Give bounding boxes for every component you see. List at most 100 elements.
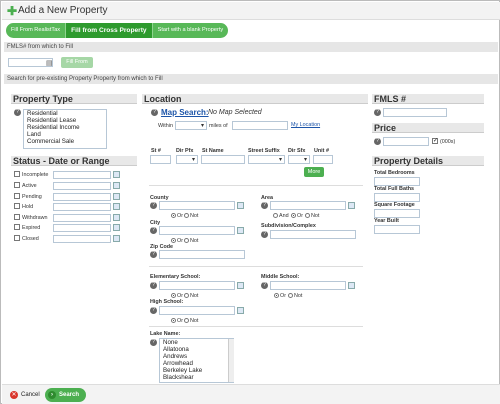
calendar-icon[interactable] <box>113 182 120 189</box>
county-not-radio[interactable] <box>184 213 189 218</box>
city-not-radio[interactable] <box>184 238 189 243</box>
status-date-input[interactable] <box>53 171 111 179</box>
city-input[interactable] <box>159 226 235 235</box>
help-icon[interactable]: ? <box>14 109 21 116</box>
fill-from-button[interactable]: Fill From <box>61 57 93 68</box>
more-button[interactable]: More <box>304 167 324 177</box>
help-icon[interactable]: ? <box>150 251 157 258</box>
calendar-icon[interactable] <box>113 224 120 231</box>
calendar-icon[interactable] <box>113 193 120 200</box>
status-date-input[interactable] <box>53 224 111 232</box>
calendar-icon[interactable] <box>113 203 120 210</box>
status-checkbox[interactable] <box>14 182 20 188</box>
zip-code-input[interactable] <box>159 250 245 259</box>
street-number-input[interactable] <box>150 155 171 164</box>
status-date-input[interactable] <box>53 193 111 201</box>
property-type-list[interactable]: Residential Residential Lease Residentia… <box>23 109 107 149</box>
lookup-icon[interactable] <box>348 202 355 209</box>
status-checkbox[interactable] <box>14 235 20 241</box>
status-date-input[interactable] <box>53 235 111 243</box>
status-checkbox[interactable] <box>14 193 20 199</box>
status-checkbox[interactable] <box>14 171 20 177</box>
middle-or-radio[interactable] <box>274 293 279 298</box>
area-input[interactable] <box>270 201 346 210</box>
my-location-link[interactable]: My Location <box>291 122 320 128</box>
lake-option[interactable]: Arrowhead <box>160 360 233 367</box>
square-footage-input[interactable] <box>374 209 420 218</box>
subdivision-input[interactable] <box>270 230 356 239</box>
fmls-number-input[interactable] <box>383 108 447 117</box>
high-or-radio[interactable] <box>171 318 176 323</box>
lookup-icon[interactable] <box>237 227 244 234</box>
street-suffix-select[interactable] <box>248 155 285 164</box>
lookup-icon[interactable] <box>237 307 244 314</box>
tab-fill-cross-property[interactable]: Fill from Cross Property <box>66 23 153 38</box>
location-input[interactable] <box>232 121 288 130</box>
elementary-school-input[interactable] <box>159 281 235 290</box>
lake-option[interactable]: Blackshear <box>160 374 233 381</box>
help-icon[interactable]: ? <box>261 202 268 209</box>
map-search-link[interactable]: Map Search: <box>161 108 209 117</box>
price-input[interactable] <box>383 137 429 146</box>
dir-suffix-select[interactable] <box>288 155 310 164</box>
help-icon[interactable]: ? <box>374 138 381 145</box>
help-icon[interactable]: ? <box>374 109 381 116</box>
lake-option[interactable]: Andrews <box>160 353 233 360</box>
calendar-icon[interactable] <box>113 171 120 178</box>
help-icon[interactable]: ? <box>150 227 157 234</box>
total-full-baths-input[interactable] <box>374 193 420 202</box>
calendar-icon[interactable] <box>113 214 120 221</box>
area-or-radio[interactable] <box>291 213 296 218</box>
status-date-input[interactable] <box>53 214 111 222</box>
property-type-option[interactable]: Residential Income <box>24 124 106 131</box>
lake-option[interactable]: None <box>160 339 233 346</box>
status-checkbox[interactable] <box>14 203 20 209</box>
help-icon[interactable]: ? <box>150 282 157 289</box>
lake-name-list[interactable]: None Allatoona Andrews Arrowhead Berkele… <box>159 338 234 383</box>
status-date-input[interactable] <box>53 182 111 190</box>
status-checkbox[interactable] <box>14 214 20 220</box>
street-name-input[interactable] <box>201 155 245 164</box>
search-button[interactable]: › Search <box>45 388 87 402</box>
keyboard-icon[interactable]: ▤ <box>46 59 53 67</box>
help-icon[interactable]: ? <box>261 231 268 238</box>
lake-option[interactable]: Berkeley Lake <box>160 367 233 374</box>
high-school-input[interactable] <box>159 306 235 315</box>
lake-option[interactable]: Allatoona <box>160 346 233 353</box>
lookup-icon[interactable] <box>237 282 244 289</box>
price-thousands-checkbox[interactable]: ✓ <box>432 138 438 144</box>
property-type-option[interactable]: Residential <box>24 110 106 117</box>
lookup-icon[interactable] <box>348 282 355 289</box>
area-and-radio[interactable] <box>273 213 278 218</box>
tab-fill-realist[interactable]: Fill From RealistTax <box>6 23 67 38</box>
status-checkbox[interactable] <box>14 224 20 230</box>
dir-prefix-select[interactable] <box>176 155 198 164</box>
help-icon[interactable]: ? <box>150 307 157 314</box>
help-icon[interactable]: ? <box>150 202 157 209</box>
help-icon[interactable]: ? <box>261 282 268 289</box>
county-or-radio[interactable] <box>171 213 176 218</box>
tab-blank-property[interactable]: Start with a blank Property <box>153 23 229 38</box>
help-icon[interactable]: ? <box>151 109 158 116</box>
cancel-button[interactable]: ✕ Cancel <box>7 388 47 402</box>
lake-list-scrollbar[interactable] <box>228 339 234 382</box>
property-type-option[interactable]: Commercial Sale <box>24 138 106 145</box>
total-bedrooms-input[interactable] <box>374 177 420 186</box>
within-distance-select[interactable] <box>175 121 207 130</box>
county-input[interactable] <box>159 201 235 210</box>
middle-not-radio[interactable] <box>288 293 293 298</box>
area-not-radio[interactable] <box>305 213 310 218</box>
high-not-radio[interactable] <box>184 318 189 323</box>
status-date-input[interactable] <box>53 203 111 211</box>
city-or-radio[interactable] <box>171 238 176 243</box>
unit-number-input[interactable] <box>313 155 333 164</box>
property-type-option[interactable]: Residential Lease <box>24 117 106 124</box>
year-built-input[interactable] <box>374 225 420 234</box>
property-type-option[interactable]: Land <box>24 131 106 138</box>
help-icon[interactable]: ? <box>150 339 157 346</box>
middle-school-input[interactable] <box>270 281 346 290</box>
calendar-icon[interactable] <box>113 235 120 242</box>
lookup-icon[interactable] <box>237 202 244 209</box>
elementary-or-radio[interactable] <box>171 293 176 298</box>
elementary-not-radio[interactable] <box>184 293 189 298</box>
